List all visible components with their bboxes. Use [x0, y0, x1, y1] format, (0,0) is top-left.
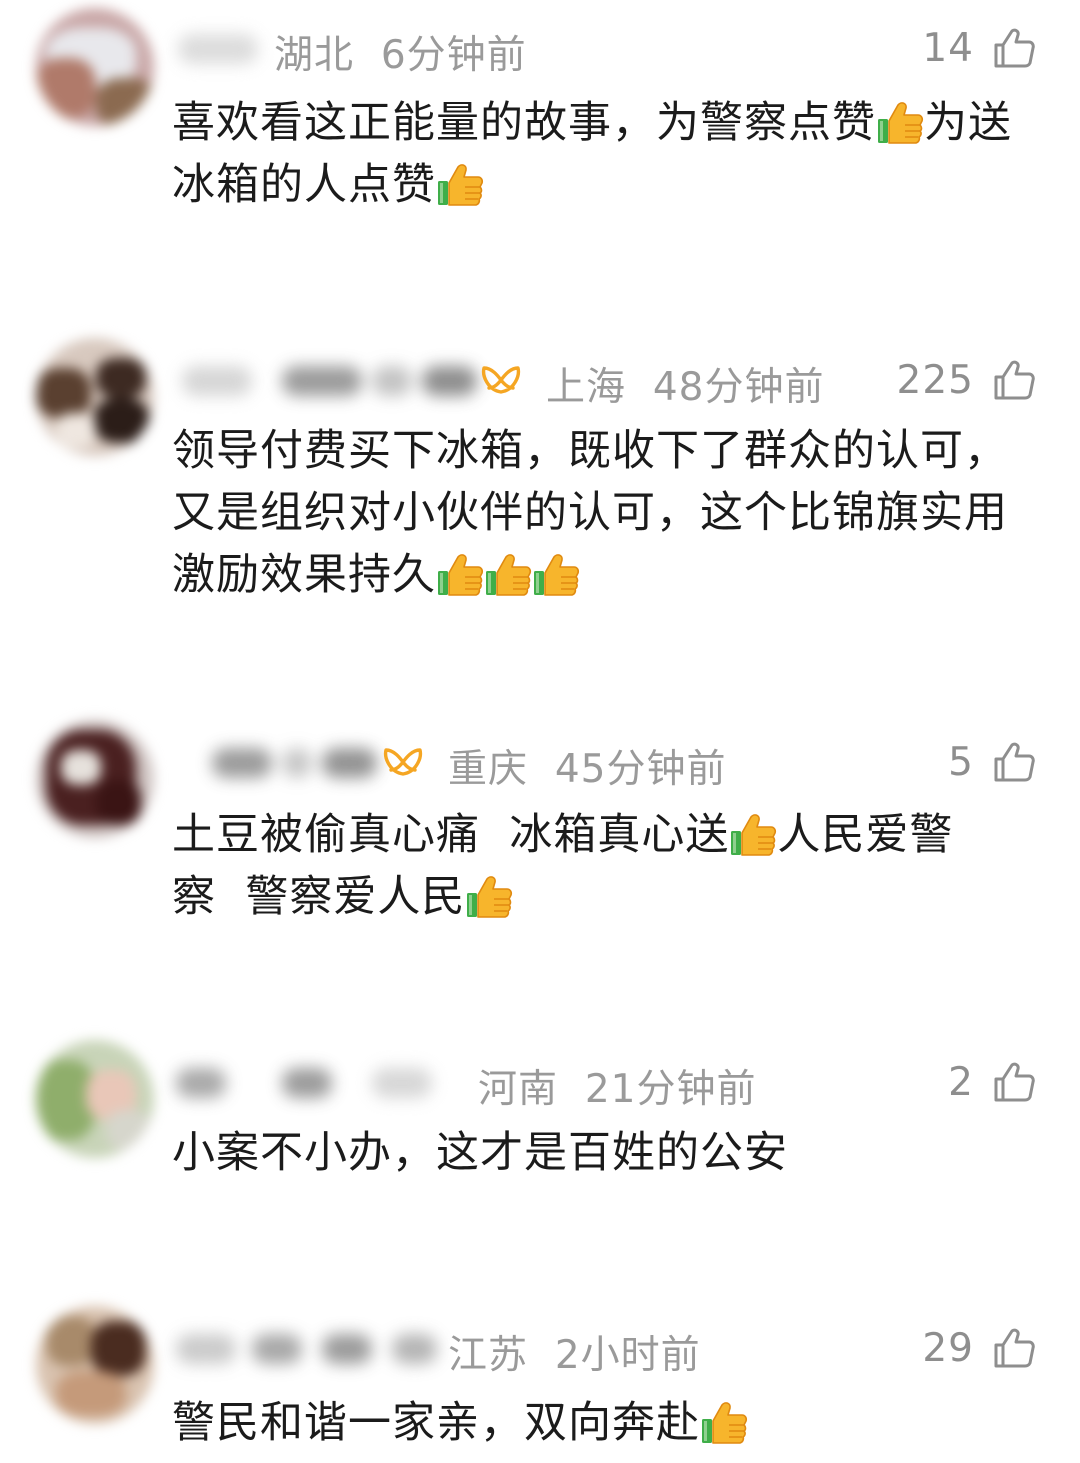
time-label: 48分钟前 — [652, 365, 825, 410]
comment-text-segment: 小案不小办，这才是百姓的公安 — [172, 1128, 788, 1178]
thumbs-up-emoji — [700, 1399, 748, 1445]
comment-meta: 重庆 45分钟前 — [448, 738, 726, 794]
time-label: 21分钟前 — [584, 1067, 757, 1112]
thumb-up-outline-icon — [994, 1328, 1035, 1368]
thumb-up-outline-icon — [994, 1062, 1035, 1102]
avatar[interactable] — [36, 1306, 154, 1424]
like-count: 2 — [948, 1059, 974, 1105]
like-button[interactable]: 5 — [948, 736, 1036, 788]
comment-text: 土豆被偷真心痛 冰箱真心送 人民爱警察 警察爱人民 — [172, 804, 1038, 928]
comment-text-segment: 又是组织对小伙伴的认可，这个比锦旗实用 — [172, 488, 1008, 538]
time-label: 45分钟前 — [554, 747, 727, 792]
comment-text: 领导付费买下冰箱，既收下了群众的认可， 又是组织对小伙伴的认可，这个比锦旗实用 激励… — [172, 420, 1038, 606]
comment-text: 小案不小办，这才是百姓的公安 — [172, 1122, 1038, 1184]
thumbs-up-emoji — [436, 161, 484, 207]
thumb-up-outline-icon — [994, 360, 1035, 400]
avatar[interactable] — [36, 8, 154, 126]
comment-meta: 湖北 6分钟前 — [274, 24, 527, 80]
nickname-blurred[interactable] — [172, 358, 482, 404]
like-button[interactable]: 14 — [922, 22, 1036, 74]
comment-header: 湖北 6分钟前 14 — [172, 18, 1036, 78]
region-label: 上海 — [546, 365, 627, 410]
like-button[interactable]: 29 — [922, 1322, 1036, 1374]
region-label: 江苏 — [448, 1333, 529, 1378]
like-count: 29 — [922, 1325, 974, 1371]
like-count: 14 — [922, 25, 974, 71]
vip-badge-icon — [383, 748, 423, 776]
comment-header: 河南 21分钟前 2 — [172, 1052, 1036, 1112]
vip-badge-icon — [481, 366, 521, 394]
nickname-blurred[interactable] — [172, 26, 264, 72]
comment-text-segment: 土豆被偷真心痛 冰箱真心送 — [172, 810, 730, 860]
region-label: 河南 — [478, 1067, 559, 1112]
comment-text-segment: 冰箱的人点赞 — [172, 160, 436, 210]
like-count: 225 — [896, 357, 974, 403]
comment-header: 江苏 2小时前 29 — [172, 1318, 1036, 1378]
like-button[interactable]: 225 — [897, 354, 1036, 406]
region-label: 重庆 — [448, 747, 529, 792]
comment-text-segment: 察 警察爱人民 — [172, 872, 466, 922]
like-button[interactable]: 2 — [948, 1056, 1036, 1108]
nickname-blurred[interactable] — [172, 1060, 442, 1106]
avatar[interactable] — [36, 720, 154, 838]
like-count: 5 — [948, 739, 974, 785]
comment-meta: 河南 21分钟前 — [478, 1058, 756, 1114]
comment-text-segment: 警民和谐一家亲，双向奔赴 — [172, 1398, 700, 1448]
comment-text: 喜欢看这正能量的故事，为警察点赞 为送冰箱的人点赞 — [172, 92, 1038, 216]
thumb-up-outline-icon — [994, 742, 1035, 782]
comment-text-segment: 领导付费买下冰箱，既收下了群众的认可， — [172, 426, 1008, 476]
thumbs-up-emoji — [532, 551, 580, 597]
comment-text: 警民和谐一家亲，双向奔赴 — [172, 1392, 1038, 1454]
time-label: 2小时前 — [554, 1333, 701, 1378]
comment-header: 重庆 45分钟前 5 — [172, 732, 1036, 792]
comment-meta: 上海 48分钟前 — [546, 356, 824, 412]
thumbs-up-emoji — [465, 873, 513, 919]
comment-header: 上海 48分钟前 225 — [172, 350, 1036, 410]
comment-text-segment: 人民爱警 — [777, 810, 954, 860]
comment-text-segment: 为送 — [924, 98, 1012, 148]
comment-text-segment: 喜欢看这正能量的故事，为警察点赞 — [172, 98, 876, 148]
time-label: 6分钟前 — [380, 33, 527, 78]
avatar[interactable] — [36, 338, 154, 456]
thumb-up-outline-icon — [994, 28, 1035, 68]
region-label: 湖北 — [274, 33, 355, 78]
comment-meta: 江苏 2小时前 — [448, 1324, 701, 1380]
thumbs-up-emoji — [436, 551, 484, 597]
thumbs-up-emoji — [729, 811, 777, 857]
nickname-blurred[interactable] — [202, 740, 382, 786]
thumbs-up-emoji — [876, 99, 924, 145]
thumbs-up-emoji — [484, 551, 532, 597]
comment-text-segment: 激励效果持久 — [172, 550, 436, 600]
nickname-blurred[interactable] — [172, 1326, 442, 1372]
avatar[interactable] — [36, 1040, 154, 1158]
